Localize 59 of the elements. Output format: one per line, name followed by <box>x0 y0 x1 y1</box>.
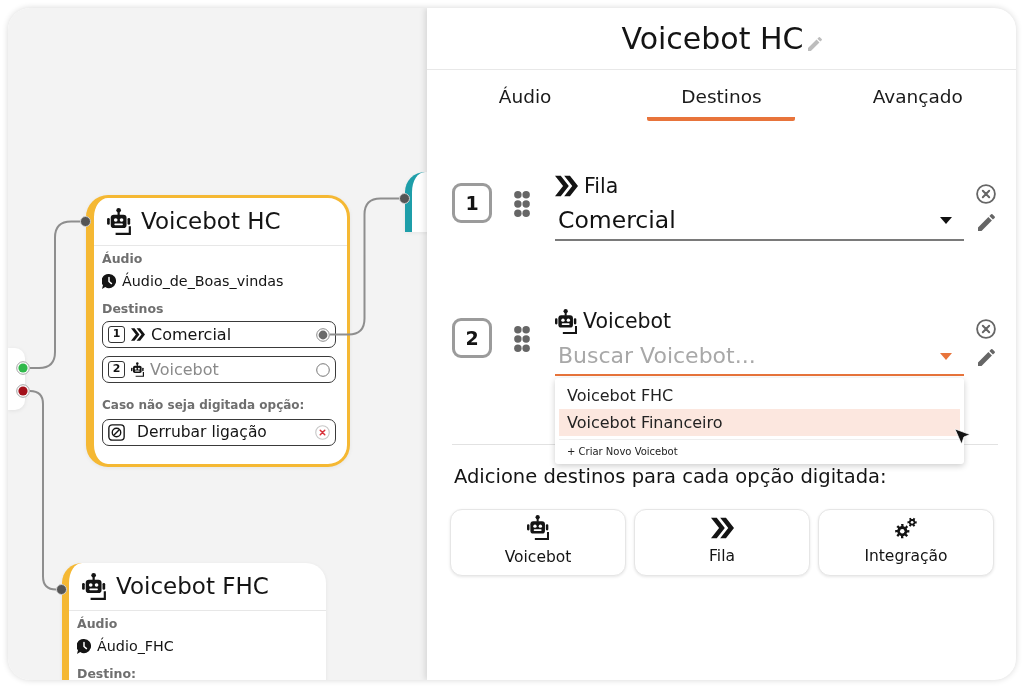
fallback-action: Derrubar ligação <box>137 423 267 442</box>
robot-icon <box>527 515 549 541</box>
robot-icon <box>555 308 577 334</box>
tab[interactable]: Avançado <box>843 70 992 121</box>
drag-handle-icon[interactable] <box>514 191 530 217</box>
close-icon[interactable] <box>976 319 996 339</box>
caret-icon <box>940 353 952 360</box>
field-label: Áudio <box>77 616 118 632</box>
add-destination-button[interactable]: Voicebot <box>450 509 626 576</box>
robot-icon <box>131 362 144 377</box>
double-chevron-icon <box>555 175 578 197</box>
panel-title: Voicebot HC <box>621 20 804 57</box>
double-chevron-icon <box>710 516 734 539</box>
instruction-text: Adicione destinos para cada opção digitada: <box>454 464 887 490</box>
edit-icon[interactable] <box>977 349 995 366</box>
edit-icon[interactable] <box>977 214 995 231</box>
add-destination-button[interactable]: Fila <box>634 509 810 576</box>
add-destination-button[interactable]: Integração <box>818 509 994 576</box>
dropdown-option[interactable]: Voicebot Financeiro <box>559 409 960 436</box>
port-icon[interactable] <box>316 327 330 342</box>
caret-icon <box>940 217 952 224</box>
destination-row[interactable]: 2 Voicebot <box>102 356 336 383</box>
search-field[interactable]: Buscar Voicebot... <box>555 337 964 376</box>
clock-icon <box>77 638 91 654</box>
close-icon[interactable] <box>976 184 996 204</box>
destination-name: Comercial <box>151 325 232 344</box>
destination-select[interactable]: Comercial <box>555 202 964 241</box>
destination-type: Fila <box>584 173 619 199</box>
prohibited-icon <box>108 424 125 441</box>
clock-icon <box>102 273 116 289</box>
step-number: 2 <box>452 318 492 358</box>
destination-row[interactable]: 1 Comercial <box>102 321 336 348</box>
tab[interactable]: Áudio <box>451 70 600 121</box>
node-title: Voicebot HC <box>141 207 281 236</box>
create-option[interactable]: + Criar Novo Voicebot <box>559 439 960 464</box>
drag-handle-icon[interactable] <box>514 326 530 352</box>
audio-file-name: Áudio_FHC <box>97 637 174 655</box>
field-label: Destino: <box>77 666 137 680</box>
dropdown-option[interactable]: Voicebot FHC <box>559 382 960 409</box>
double-chevron-icon <box>131 328 145 341</box>
destination-type: Voicebot <box>583 308 672 334</box>
field-label: Áudio <box>102 251 143 267</box>
step-number: 1 <box>108 326 125 343</box>
flow-node[interactable]: Voicebot FHC Áudio Áudio_FHC Destino: <box>62 563 326 680</box>
robot-icon <box>107 208 131 235</box>
step-number: 2 <box>108 361 125 378</box>
field-label: Caso não seja digitada opção: <box>102 397 305 413</box>
field-label: Destinos <box>102 301 164 317</box>
robot-icon <box>82 573 106 600</box>
step-number: 1 <box>452 183 492 223</box>
node-title: Voicebot FHC <box>116 572 269 601</box>
gears-icon <box>895 516 917 539</box>
port-icon[interactable] <box>16 384 30 398</box>
audio-file-name: Áudio_de_Boas_vindas <box>122 272 284 290</box>
flow-node[interactable]: Voicebot HC Áudio Áudio_de_Boas_vindas Destinos 1 Comercial 2 Voicebot Caso não seja digitada opção: Derrubar ligação <box>86 195 350 467</box>
destination-name: Voicebot <box>150 360 219 379</box>
fallback-row[interactable]: Derrubar ligação <box>102 419 336 446</box>
close-icon[interactable] <box>315 425 330 440</box>
tab[interactable]: Destinos <box>647 70 796 121</box>
